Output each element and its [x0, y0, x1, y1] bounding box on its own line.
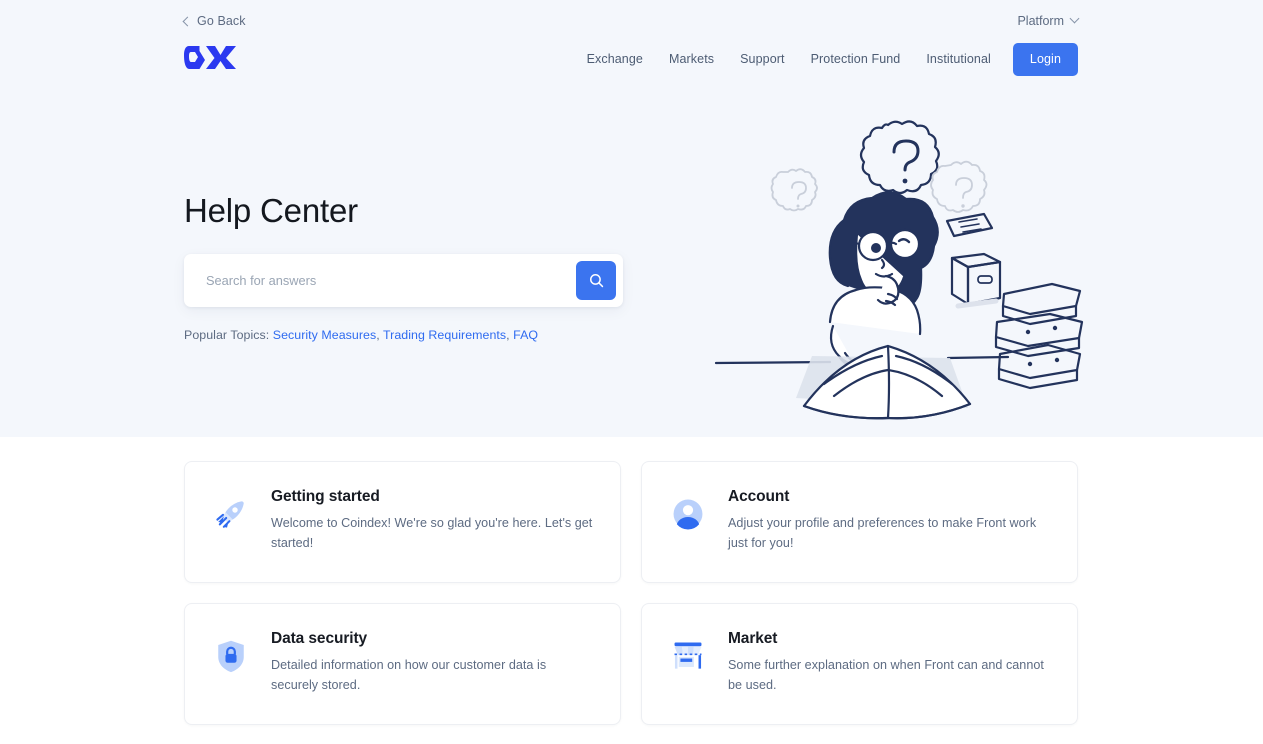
question-bubble-small-right — [930, 160, 988, 213]
question-bubble-small-left — [770, 168, 818, 212]
rocket-icon — [209, 492, 253, 536]
card-title: Market — [728, 630, 778, 647]
site-header: Exchange Markets Support Protection Fund… — [184, 41, 1078, 77]
book-stack-icon — [994, 282, 1084, 390]
topic-link-trading-requirements[interactable]: Trading Requirements — [383, 328, 506, 342]
card-body: Getting started Welcome to Coindex! We'r… — [271, 486, 594, 554]
search-icon — [589, 273, 603, 288]
cx-logo-icon — [184, 46, 236, 69]
nav-item-protection-fund[interactable]: Protection Fund — [798, 52, 914, 66]
hero-illustration — [700, 108, 1092, 430]
platform-dropdown[interactable]: Platform — [1017, 13, 1080, 28]
main-nav: Exchange Markets Support Protection Fund… — [574, 41, 1078, 77]
go-back-button[interactable]: Go Back — [182, 14, 246, 28]
card-body: Market Some further explanation on when … — [728, 628, 1051, 696]
popular-topics-label: Popular Topics: — [184, 327, 270, 342]
paper-icon — [945, 212, 994, 238]
card-description: Detailed information on how our customer… — [271, 658, 547, 692]
card-description: Some further explanation on when Front c… — [728, 658, 1044, 692]
rocket-icon-glyph — [216, 501, 244, 528]
question-bubble-large — [859, 120, 940, 195]
hero-content: Help Center Popular Topics: Security Mea… — [184, 192, 624, 342]
chevron-left-icon — [182, 16, 193, 26]
card-getting-started[interactable]: Getting started Welcome to Coindex! We'r… — [184, 461, 621, 583]
topic-separator-2: , — [506, 327, 510, 342]
search-input[interactable] — [184, 253, 576, 307]
reading-woman-illustration — [714, 120, 1084, 420]
search-button[interactable] — [576, 260, 616, 300]
shield-lock-icon — [209, 634, 253, 678]
storefront-icon-glyph — [674, 642, 702, 669]
card-title: Data security — [271, 630, 368, 647]
card-title: Getting started — [271, 488, 380, 505]
account-avatar-icon-glyph — [673, 499, 703, 530]
box-icon — [950, 252, 1002, 306]
card-description: Adjust your profile and preferences to m… — [728, 516, 1037, 550]
nav-item-institutional[interactable]: Institutional — [913, 52, 1004, 66]
topic-separator-1: , — [376, 327, 380, 342]
help-topic-cards: Getting started Welcome to Coindex! We'r… — [184, 461, 1078, 725]
login-button[interactable]: Login — [1012, 42, 1078, 76]
card-description: Welcome to Coindex! We're so glad you're… — [271, 516, 593, 550]
topic-link-faq[interactable]: FAQ — [513, 328, 538, 342]
card-body: Data security Detailed information on ho… — [271, 628, 594, 696]
topic-link-security-measures[interactable]: Security Measures — [273, 328, 376, 342]
account-avatar-icon — [666, 492, 710, 536]
card-body: Account Adjust your profile and preferen… — [728, 486, 1051, 554]
nav-item-markets[interactable]: Markets — [656, 52, 727, 66]
card-title: Account — [728, 488, 790, 505]
chevron-down-icon — [1069, 13, 1080, 23]
utility-bar: Go Back Platform — [182, 11, 1080, 31]
nav-item-exchange[interactable]: Exchange — [574, 52, 656, 66]
card-market[interactable]: Market Some further explanation on when … — [641, 603, 1078, 725]
popular-topics: Popular Topics: Security Measures, Tradi… — [184, 328, 624, 342]
nav-item-support[interactable]: Support — [727, 52, 797, 66]
card-account[interactable]: Account Adjust your profile and preferen… — [641, 461, 1078, 583]
shield-lock-icon-glyph — [218, 640, 244, 673]
go-back-label: Go Back — [197, 14, 246, 28]
card-data-security[interactable]: Data security Detailed information on ho… — [184, 603, 621, 725]
platform-label: Platform — [1017, 14, 1064, 28]
page-title: Help Center — [184, 192, 358, 229]
search-bar — [184, 253, 623, 307]
cx-logo[interactable] — [184, 41, 240, 77]
storefront-icon — [666, 634, 710, 678]
help-center-page: Go Back Platform Exchange Markets Suppor… — [0, 0, 1263, 744]
